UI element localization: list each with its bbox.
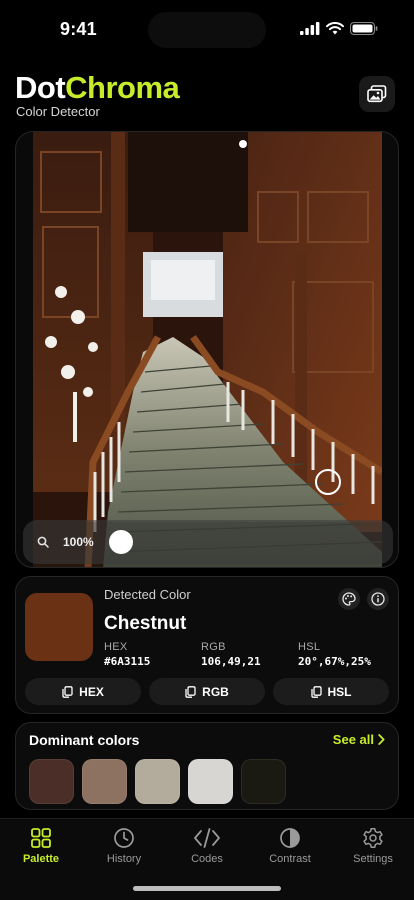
gear-icon [363,828,383,848]
photo-preview[interactable] [33,132,382,567]
dominant-swatch[interactable] [135,759,180,804]
tab-label: History [106,853,142,865]
info-icon [371,592,385,606]
status-bar: 9:41 [0,0,414,60]
grid-icon [31,828,51,848]
see-all-link[interactable]: See all [333,732,385,747]
dominant-swatch[interactable] [29,759,74,804]
tab-history[interactable]: History [83,827,165,865]
dominant-swatch[interactable] [241,759,286,804]
detected-color-swatch [25,593,93,661]
see-all-label: See all [332,732,374,747]
dominant-swatch[interactable] [188,759,233,804]
copy-hsl-button[interactable]: HSL [273,678,389,705]
tab-label: Palette [22,853,60,865]
zoom-slider-handle[interactable] [109,530,133,554]
tab-codes[interactable]: Codes [166,827,248,865]
tab-palette[interactable]: Palette [0,827,82,865]
dynamic-island [148,12,266,48]
zoom-control: 100% [23,520,393,564]
rgb-value-group: RGB 106,49,21 [201,641,261,668]
zoom-level: 100% [63,535,94,549]
app-title: DotChroma [15,70,180,106]
gallery-icon [367,85,387,103]
app-subtitle: Color Detector [16,104,100,119]
chevron-right-icon [378,734,385,745]
copy-rgb-button[interactable]: RGB [149,678,265,705]
status-time: 9:41 [60,19,97,39]
home-indicator [133,886,281,891]
brand-part-2: Chroma [65,70,180,105]
rgb-label: RGB [201,641,226,653]
hsl-value-group: HSL 20°,67%,25% [298,641,371,668]
image-viewer-card: 100% [15,131,399,568]
dominant-swatch[interactable] [82,759,127,804]
rgb-value: 106,49,21 [201,655,261,668]
battery-icon [350,22,378,35]
tab-label: Settings [353,853,393,865]
color-picker-reticle[interactable] [315,469,341,495]
dominant-colors-title: Dominant colors [29,732,140,748]
palette-icon [342,592,356,606]
clock-icon [114,828,134,848]
tab-label: Codes [191,853,223,865]
code-icon [194,828,220,848]
copy-hsl-label: HSL [327,684,352,699]
zoom-icon [37,536,49,548]
detected-color-card: Detected Color Chestnut HEX #6A3115 RGB … [15,576,399,714]
hex-label: HEX [104,641,128,653]
copy-icon [310,685,322,698]
contrast-icon [280,828,300,848]
hsl-label: HSL [298,641,321,653]
dominant-swatch-row [29,759,286,804]
copy-hex-button[interactable]: HEX [25,678,141,705]
palette-button[interactable] [338,588,360,610]
copy-icon [62,685,73,698]
tab-contrast[interactable]: Contrast [249,827,331,865]
copy-rgb-label: RGB [202,684,229,699]
detected-color-name: Chestnut [104,613,187,634]
tab-settings[interactable]: Settings [332,827,414,865]
detected-color-label: Detected Color [104,587,191,602]
dominant-colors-card: Dominant colors See all [15,722,399,810]
info-button[interactable] [367,588,389,610]
wifi-icon [326,22,344,35]
status-icons [300,22,378,35]
hex-value: #6A3115 [104,655,151,668]
hsl-value: 20°,67%,25% [298,655,371,668]
brand-part-1: Dot [15,70,66,105]
copy-icon [185,685,196,698]
hex-value-group: HEX #6A3115 [104,641,150,668]
tab-label: Contrast [269,853,311,865]
cellular-signal-icon [300,22,320,35]
gallery-button[interactable] [359,76,395,112]
copy-hex-label: HEX [79,684,104,699]
